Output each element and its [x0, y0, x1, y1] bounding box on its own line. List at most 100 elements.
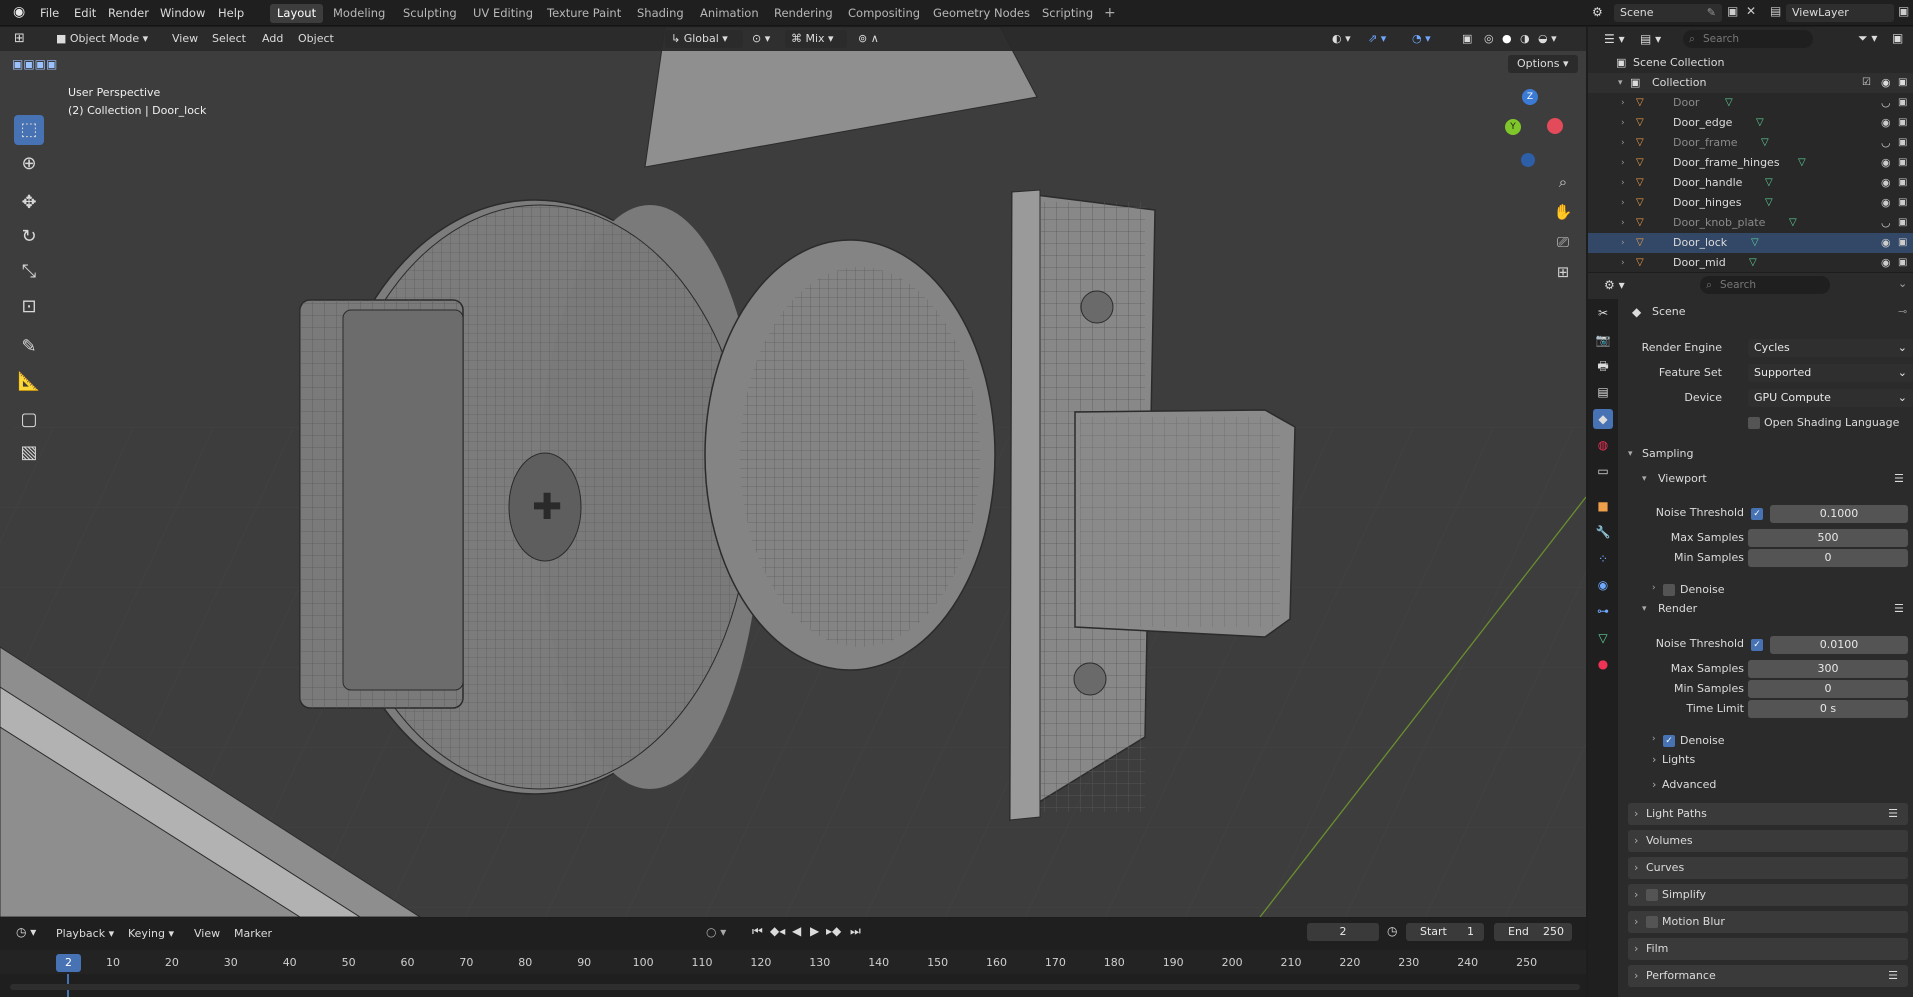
scene-selector-icon[interactable]: ⚙ [1592, 5, 1603, 19]
curves-panel[interactable]: › Curves [1628, 857, 1908, 879]
tab-scripting[interactable]: Scripting [1035, 4, 1100, 23]
mesh-data-icon[interactable]: ▽ [1761, 133, 1769, 153]
advanced-subpanel-header[interactable]: › Advanced [1636, 774, 1913, 796]
scale-icon[interactable]: ⤡ [14, 257, 44, 287]
eye-closed-icon[interactable]: ◡ [1881, 133, 1891, 153]
y-axis-handle[interactable]: Y [1505, 119, 1521, 135]
volumes-panel[interactable]: › Volumes [1628, 830, 1908, 852]
play-reverse-icon[interactable]: ◀ [792, 924, 801, 938]
eye-icon[interactable]: ◉ [1881, 113, 1891, 133]
performance-panel[interactable]: › Performance ☰ [1628, 965, 1908, 987]
r-denoise-checkbox[interactable]: ✓ [1663, 735, 1675, 747]
vp-noise-threshold-field[interactable]: 0.1000 [1770, 505, 1908, 523]
render-tab-icon[interactable]: 📷 [1593, 330, 1613, 350]
vp-max-samples-field[interactable]: 500 [1748, 529, 1908, 547]
r-min-samples-field[interactable]: 0 [1748, 680, 1908, 698]
tool-tab-icon[interactable]: ✂ [1593, 303, 1613, 323]
list-icon[interactable]: ☰ [1894, 468, 1904, 490]
menu-view[interactable]: View [172, 30, 198, 48]
eye-closed-icon[interactable]: ◡ [1881, 213, 1891, 233]
rotate-icon[interactable]: ↻ [14, 222, 44, 252]
annotate-icon[interactable]: ✎ [14, 332, 44, 362]
current-frame-field[interactable]: 2 [1307, 923, 1379, 941]
x-axis-handle[interactable] [1547, 118, 1563, 134]
motion-blur-panel[interactable]: › Motion Blur [1628, 911, 1908, 933]
pivot-icon[interactable]: ⊙ ▾ [752, 30, 770, 48]
chevron-right-icon[interactable]: › [1652, 734, 1656, 744]
mesh-data-icon[interactable]: ▽ [1765, 193, 1773, 213]
options-dropdown[interactable]: Options ▾ [1508, 55, 1578, 73]
auto-keying-icon[interactable]: ○ ▾ [706, 925, 726, 939]
data-tab-icon[interactable]: ▽ [1593, 628, 1613, 648]
prev-keyframe-icon[interactable]: ◆◂ [770, 924, 785, 938]
outliner-item-door-knob-plate[interactable]: › ▽ Door_knob_plate ▽ ◡ ▣ [1588, 213, 1913, 233]
mode-dropdown[interactable]: ■ Object Mode ▾ [50, 30, 158, 48]
eye-icon[interactable]: ◉ [1881, 233, 1891, 253]
camera-icon[interactable]: ▣ [1898, 233, 1907, 253]
mesh-data-icon[interactable]: ▽ [1756, 113, 1764, 133]
r-time-limit-field[interactable]: 0 s [1748, 700, 1908, 718]
eye-icon[interactable]: ◉ [1881, 73, 1891, 93]
menu-playback[interactable]: Playback ▾ [56, 927, 114, 940]
delete-scene-icon[interactable]: ✕ [1746, 4, 1756, 18]
end-frame-field[interactable]: End 250 [1494, 923, 1572, 941]
editor-type-icon[interactable]: ⊞ [14, 30, 25, 48]
timeline-scrollbar[interactable] [10, 984, 1580, 990]
move-icon[interactable]: ✥ [14, 188, 44, 218]
tab-uv-editing[interactable]: UV Editing [466, 4, 540, 23]
film-panel[interactable]: › Film [1628, 938, 1908, 960]
menu-timeline-view[interactable]: View [194, 927, 220, 940]
object-tab-icon[interactable]: ■ [1593, 496, 1613, 516]
render-engine-dropdown[interactable]: Cycles ⌄ [1748, 339, 1913, 357]
menu-keying[interactable]: Keying ▾ [128, 927, 174, 940]
wireframe-shading-icon[interactable]: ◎ [1484, 30, 1494, 48]
r-noise-threshold-field[interactable]: 0.0100 [1770, 636, 1908, 654]
eye-closed-icon[interactable]: ◡ [1881, 93, 1891, 113]
menu-object[interactable]: Object [298, 30, 334, 48]
cursor-icon[interactable]: ⊕ [14, 149, 44, 179]
outliner-item-door[interactable]: › ▽ Door ▽ ◡ ▣ [1588, 93, 1913, 113]
outliner-item-door-mid[interactable]: › ▽ Door_mid ▽ ◉ ▣ [1588, 253, 1913, 271]
solid-shading-icon[interactable]: ● [1502, 30, 1512, 48]
view-layer-tab-icon[interactable]: ▤ [1593, 382, 1613, 402]
scene-tab-icon[interactable]: ◆ [1593, 409, 1613, 429]
camera-view-icon[interactable]: ⎚ [1550, 229, 1576, 255]
camera-icon[interactable]: ▣ [1898, 133, 1907, 153]
play-icon[interactable]: ▶ [810, 924, 819, 938]
constraints-tab-icon[interactable]: ⊶ [1593, 601, 1613, 621]
view-layer-field[interactable]: ViewLayer [1786, 4, 1894, 22]
display-mode-icon[interactable]: ▤ ▾ [1640, 32, 1661, 46]
vp-denoise-checkbox[interactable] [1663, 584, 1675, 596]
menu-marker[interactable]: Marker [234, 927, 272, 940]
simplify-panel[interactable]: › Simplify [1628, 884, 1908, 906]
material-tab-icon[interactable]: ● [1593, 654, 1613, 674]
r-noise-threshold-checkbox[interactable]: ✓ [1751, 639, 1763, 651]
list-icon[interactable]: ☰ [1894, 598, 1904, 620]
light-paths-panel[interactable]: › Light Paths ☰ [1628, 803, 1908, 825]
menu-add[interactable]: Add [262, 30, 283, 48]
select-box-icon[interactable]: ⬚ [14, 115, 44, 145]
select-mode-buttons[interactable]: ▣▣▣▣ [12, 57, 57, 71]
outliner-item-door-hinges[interactable]: › ▽ Door_hinges ▽ ◉ ▣ [1588, 193, 1913, 213]
menu-render[interactable]: Render [108, 6, 149, 20]
camera-icon[interactable]: ▣ [1898, 73, 1907, 93]
add-workspace-icon[interactable]: + [1104, 5, 1116, 21]
tab-layout[interactable]: Layout [270, 4, 324, 23]
neg-z-axis-handle[interactable] [1521, 153, 1535, 167]
tab-geometry-nodes[interactable]: Geometry Nodes [926, 4, 1037, 23]
tab-compositing[interactable]: Compositing [841, 4, 927, 23]
view-layer-icon[interactable]: ▤ [1770, 4, 1781, 18]
camera-icon[interactable]: ▣ [1898, 213, 1907, 233]
camera-icon[interactable]: ▣ [1898, 253, 1907, 271]
properties-search-input[interactable]: ⌕ Search [1700, 276, 1830, 294]
eye-icon[interactable]: ◉ [1881, 173, 1891, 193]
scene-field[interactable]: Scene ✎ [1614, 4, 1722, 22]
collection-tab-icon[interactable]: ▭ [1593, 461, 1613, 481]
z-axis-handle[interactable]: Z [1522, 89, 1538, 105]
modifier-tab-icon[interactable]: 🔧 [1593, 522, 1613, 542]
menu-edit[interactable]: Edit [74, 6, 96, 20]
ortho-grid-icon[interactable]: ⊞ [1550, 259, 1576, 285]
mesh-data-icon[interactable]: ▽ [1789, 213, 1797, 233]
transform-icon[interactable]: ⊡ [14, 292, 44, 322]
rendered-shading-icon[interactable]: ◒ ▾ [1538, 30, 1557, 48]
